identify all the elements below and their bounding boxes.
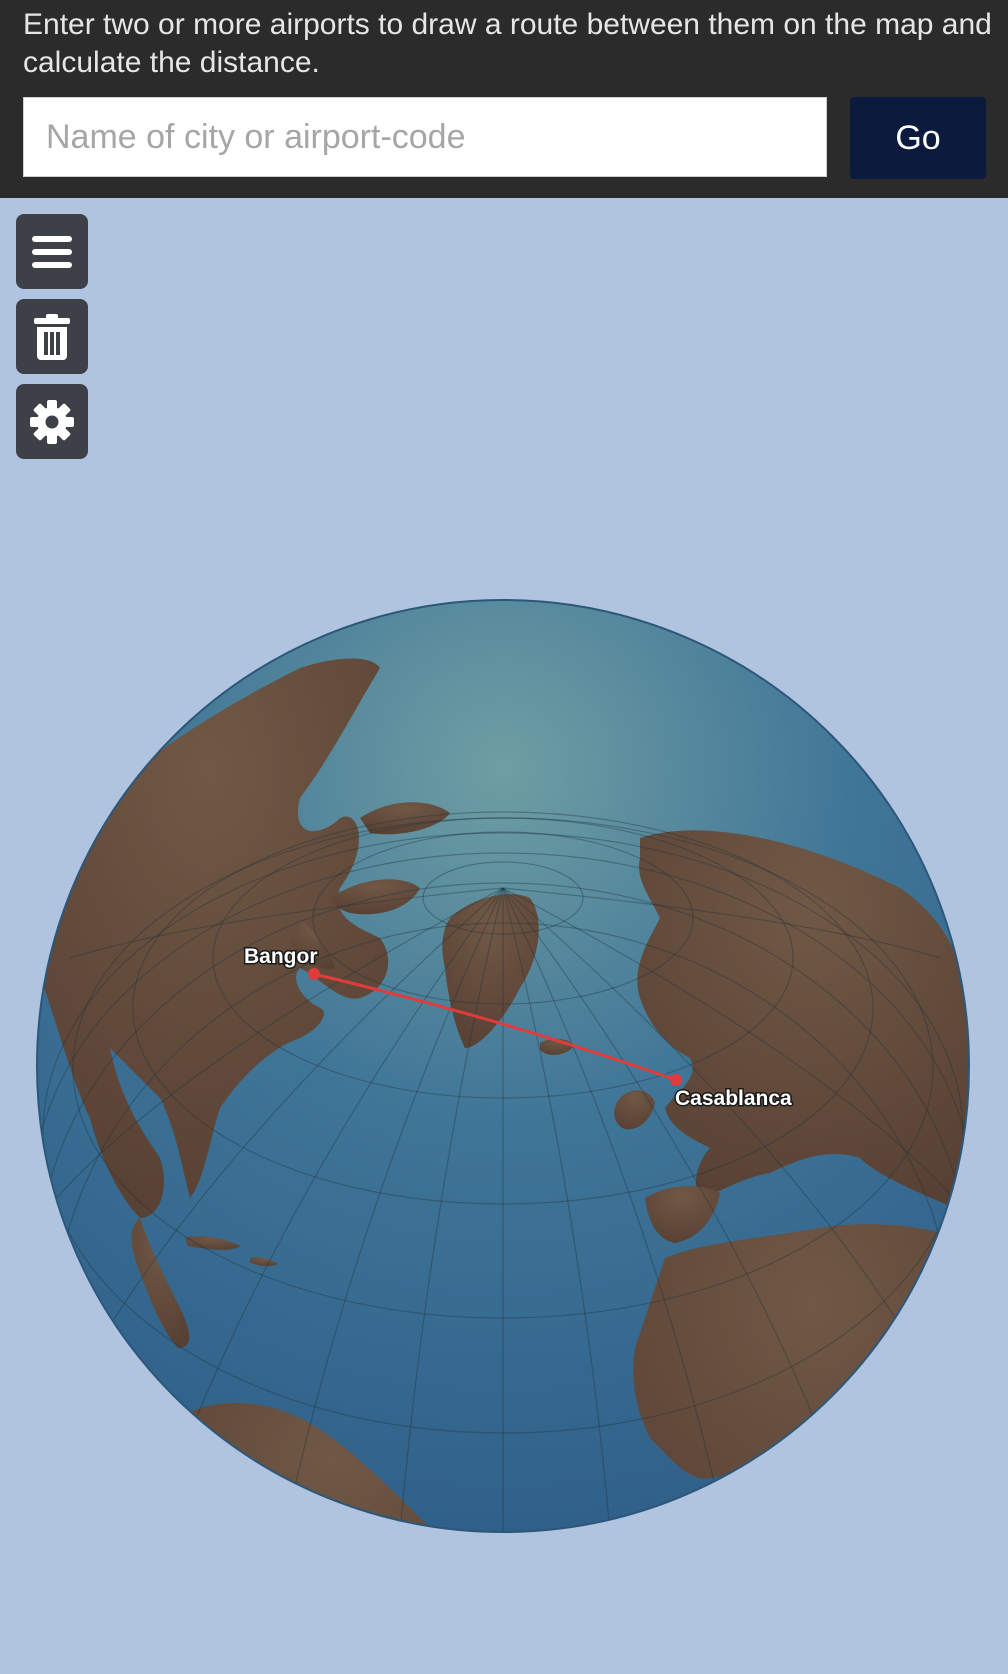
top-bar: Enter two or more airports to draw a rou… [0,0,1008,198]
globe[interactable]: Bangor Casablanca [0,198,1008,1674]
bangor-label: Bangor [244,945,318,968]
bangor-marker[interactable] [308,968,320,980]
map-area[interactable]: Bangor Casablanca [0,198,1008,1674]
casablanca-marker[interactable] [670,1074,682,1086]
intro-text: Enter two or more airports to draw a rou… [23,8,992,79]
go-button[interactable]: Go [850,97,986,179]
airport-search-input[interactable] [23,97,827,177]
casablanca-label: Casablanca [675,1087,792,1110]
